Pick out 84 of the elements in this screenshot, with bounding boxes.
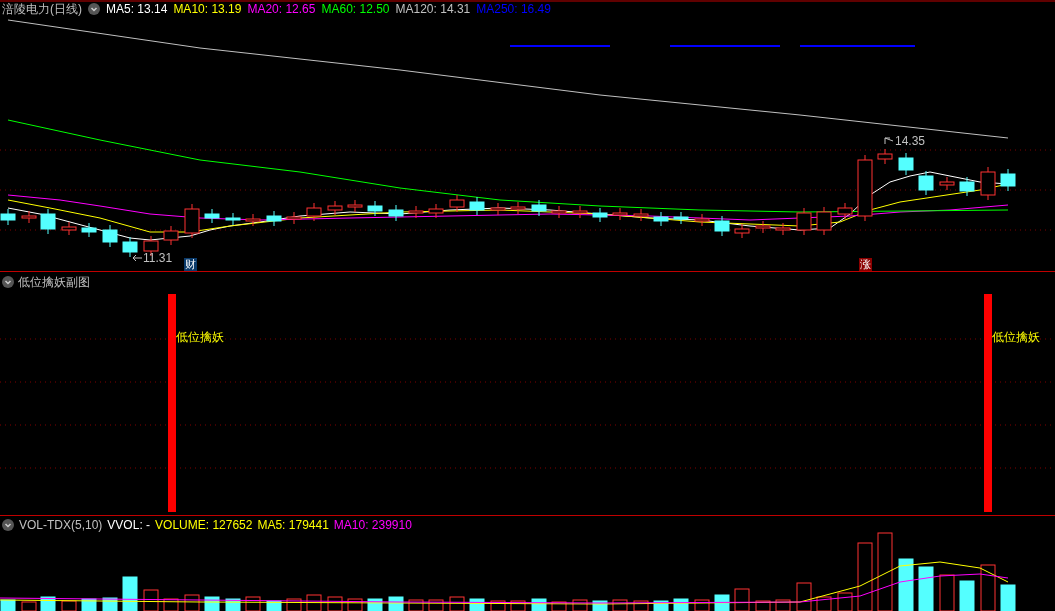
indicator-value: MA250: 16.49 [476,3,551,15]
candlestick [184,203,200,239]
volume-bar [714,594,730,611]
candlestick [918,170,934,196]
indicator-value: MA20: 12.65 [247,3,316,15]
candlestick [531,199,547,217]
candlestick [592,207,608,223]
candlestick [510,201,526,215]
candlestick [408,205,424,219]
candlestick [796,207,812,236]
candlestick [490,202,506,216]
indicator-value: MA5: 179441 [257,519,329,531]
candlestick [612,207,628,221]
candlestick [877,148,893,165]
volume-bar [266,600,282,611]
candlestick [266,210,282,227]
volume-bar [918,566,934,611]
candlestick [388,204,404,222]
candlestick [857,154,873,222]
collapse-icon[interactable] [2,519,14,531]
indicator-value: VOLUME: 127652 [155,519,253,531]
candlestick [1000,168,1016,192]
signal-label: 低位擒妖 [176,331,224,343]
panel-title: 低位擒妖副图 [18,276,90,288]
collapse-icon[interactable] [88,3,100,15]
candlestick [755,220,771,234]
volume-bar [0,599,16,611]
candlestick [775,222,791,236]
indicator-value: MA5: 13.14 [106,3,168,15]
candlestick [306,202,322,222]
candlestick [204,208,220,224]
low-price-label: 11.31 [143,252,173,264]
candlestick [714,215,730,237]
candlestick [225,212,241,226]
candlestick [347,199,363,213]
candlestick [0,208,16,226]
candlestick [367,200,383,217]
candlestick [959,176,975,197]
candlestick [61,221,77,236]
candlestick [81,222,97,238]
indicator-value: VVOL: - [107,519,151,531]
event-badge[interactable]: 财 [184,258,197,271]
candlestick [428,203,444,219]
volume-bar [225,598,241,611]
candlestick [40,208,56,235]
candlestick [837,202,853,220]
candlestick [21,210,37,224]
volume-bar [40,596,56,611]
indicator-value: MA10: 13.19 [173,3,242,15]
candlestick [449,194,465,213]
candlestick [653,211,669,227]
indicator-value: MA10: 239910 [333,519,412,531]
high-price-label: 14.35 [895,135,926,147]
candlestick [551,205,567,219]
candlestick [286,211,302,225]
candlestick [980,166,996,201]
candlestick [245,213,261,227]
volume-bar [653,600,669,611]
candlestick [673,211,689,225]
arrow-icon [132,254,142,262]
arrow-icon [884,137,894,145]
candlestick [816,206,832,236]
candlestick [122,236,138,258]
volume-bar [898,558,914,611]
candlestick [327,200,343,216]
indicator-value: VOL-TDX(5,10) [19,519,103,531]
candlestick [694,213,710,227]
indicator-value: MA120: 14.31 [395,3,471,15]
volume-bar [1000,584,1016,611]
candlestick [898,152,914,176]
collapse-icon[interactable] [2,276,14,288]
event-badge[interactable]: 涨 [859,258,872,271]
candlestick [633,208,649,222]
candlestick [939,176,955,191]
chart-title: 涪陵电力(日线) [2,3,82,15]
volume-bar [959,580,975,611]
candlestick [469,196,485,216]
signal-label: 低位擒妖 [992,331,1040,343]
candlestick [102,224,118,248]
volume-bar [592,600,608,611]
candlestick [163,225,179,246]
indicator-value: MA60: 12.50 [321,3,390,15]
candlestick [734,223,750,239]
candlestick [572,205,588,219]
